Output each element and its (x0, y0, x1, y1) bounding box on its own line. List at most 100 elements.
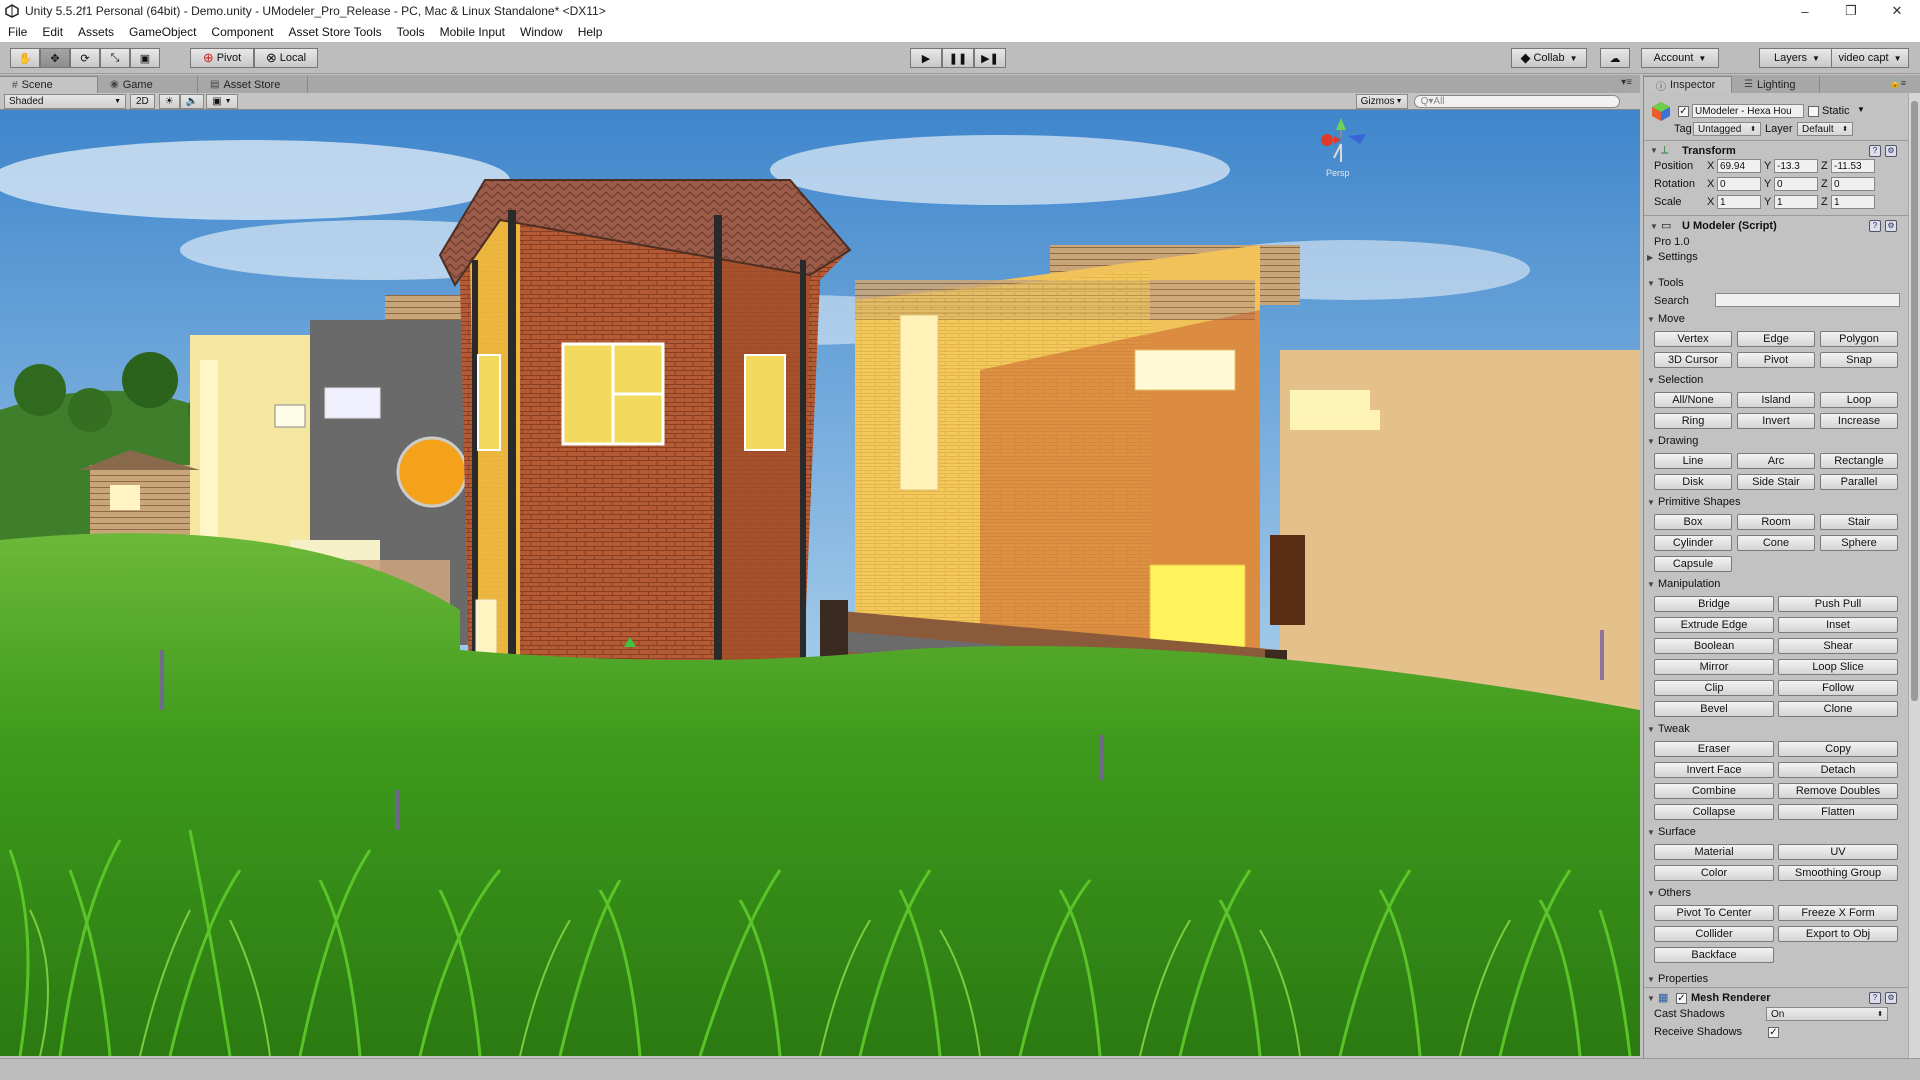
panel-menu-icon[interactable]: ▾≡ (1621, 77, 1632, 88)
box-button[interactable]: Box (1654, 514, 1732, 530)
move-foldout[interactable]: ▼ Move (1647, 313, 1685, 325)
loop-button[interactable]: Loop (1820, 392, 1898, 408)
lock-icon[interactable]: 🔒≡ (1890, 78, 1906, 89)
combine-button[interactable]: Combine (1654, 783, 1774, 799)
help-icon[interactable]: ? (1869, 992, 1881, 1004)
detach-button[interactable]: Detach (1778, 762, 1898, 778)
cast-shadows-dropdown[interactable]: On ⬍ (1766, 1007, 1888, 1021)
menu-window[interactable]: Window (520, 25, 563, 39)
menu-gameobject[interactable]: GameObject (129, 25, 196, 39)
account-dropdown[interactable]: Account ▼ (1641, 48, 1719, 68)
effects-dropdown[interactable]: ▣ ▼ (206, 93, 238, 109)
menu-edit[interactable]: Edit (42, 25, 63, 39)
push-pull-button[interactable]: Push Pull (1778, 596, 1898, 612)
help-icon[interactable]: ? (1869, 220, 1881, 232)
pivot-toggle[interactable]: ⊕ Pivot (190, 48, 254, 68)
menu-asset-store-tools[interactable]: Asset Store Tools (288, 25, 381, 39)
tool-search-input[interactable] (1715, 293, 1900, 307)
smoothing-group-button[interactable]: Smoothing Group (1778, 865, 1898, 881)
sphere-button[interactable]: Sphere (1820, 535, 1898, 551)
all-none-button[interactable]: All/None (1654, 392, 1732, 408)
extrude-edge-button[interactable]: Extrude Edge (1654, 617, 1774, 633)
settings-foldout[interactable]: ▶ Settings (1647, 251, 1698, 263)
static-checkbox[interactable] (1808, 106, 1819, 117)
clip-button[interactable]: Clip (1654, 680, 1774, 696)
cloud-button[interactable]: ☁ (1600, 48, 1630, 68)
parallel-button[interactable]: Parallel (1820, 474, 1898, 490)
pause-button[interactable]: ❚❚ (942, 48, 974, 68)
shear-button[interactable]: Shear (1778, 638, 1898, 654)
transform-foldout[interactable]: ▼ ⟂ (1650, 144, 1668, 157)
receive-shadows-checkbox[interactable]: ✓ (1768, 1027, 1779, 1038)
menu-file[interactable]: File (8, 25, 27, 39)
polygon-button[interactable]: Polygon (1820, 331, 1898, 347)
scale-tool-button[interactable]: ⤡ (100, 48, 130, 68)
clone-button[interactable]: Clone (1778, 701, 1898, 717)
mesh-renderer-foldout[interactable]: ▼ ▦ (1647, 991, 1668, 1004)
script-foldout[interactable]: ▼ ▭ (1650, 219, 1671, 232)
menu-component[interactable]: Component (211, 25, 273, 39)
stair-button[interactable]: Stair (1820, 514, 1898, 530)
uv-button[interactable]: UV (1778, 844, 1898, 860)
position-y-field[interactable]: -13.3 (1774, 159, 1818, 173)
lighting-toggle[interactable]: ☀ (158, 93, 180, 109)
tab-game[interactable]: ◉ Game (98, 76, 198, 93)
increase-button[interactable]: Increase (1820, 413, 1898, 429)
cylinder-button[interactable]: Cylinder (1654, 535, 1732, 551)
tab-asset-store[interactable]: ▤ Asset Store (198, 76, 308, 93)
rotation-y-field[interactable]: 0 (1774, 177, 1818, 191)
local-toggle[interactable]: ⊗ Local (254, 48, 318, 68)
freeze-x-form-button[interactable]: Freeze X Form (1778, 905, 1898, 921)
inset-button[interactable]: Inset (1778, 617, 1898, 633)
position-x-field[interactable]: 69.94 (1717, 159, 1761, 173)
loop-slice-button[interactable]: Loop Slice (1778, 659, 1898, 675)
tweak-foldout[interactable]: ▼ Tweak (1647, 723, 1690, 735)
flatten-button[interactable]: Flatten (1778, 804, 1898, 820)
room-button[interactable]: Room (1737, 514, 1815, 530)
layer-dropdown[interactable]: Default ⬍ (1797, 122, 1853, 136)
shading-mode-dropdown[interactable]: Shaded ▼ (4, 93, 126, 109)
invert-button[interactable]: Invert (1737, 413, 1815, 429)
move-tool-button[interactable]: ✥ (40, 48, 70, 68)
menu-mobile-input[interactable]: Mobile Input (440, 25, 505, 39)
line-button[interactable]: Line (1654, 453, 1732, 469)
step-button[interactable]: ▶❚ (974, 48, 1006, 68)
3d-cursor-button[interactable]: 3D Cursor (1654, 352, 1732, 368)
arc-button[interactable]: Arc (1737, 453, 1815, 469)
tab-scene[interactable]: # Scene (0, 76, 98, 93)
static-dropdown[interactable]: ▼ (1857, 105, 1865, 114)
follow-button[interactable]: Follow (1778, 680, 1898, 696)
surface-foldout[interactable]: ▼ Surface (1647, 826, 1696, 838)
scale-z-field[interactable]: 1 (1831, 195, 1875, 209)
menu-tools[interactable]: Tools (397, 25, 425, 39)
scene-viewport[interactable]: Persp (0, 110, 1640, 1056)
rotation-x-field[interactable]: 0 (1717, 177, 1761, 191)
rectangle-button[interactable]: Rectangle (1820, 453, 1898, 469)
layout-dropdown[interactable]: video capt ▼ (1831, 48, 1909, 68)
capsule-button[interactable]: Capsule (1654, 556, 1732, 572)
help-icon[interactable]: ? (1869, 145, 1881, 157)
close-button[interactable]: ✕ (1874, 0, 1920, 22)
minimize-button[interactable]: – (1782, 0, 1828, 22)
hand-tool-button[interactable]: ✋ (10, 48, 40, 68)
collider-button[interactable]: Collider (1654, 926, 1774, 942)
color-button[interactable]: Color (1654, 865, 1774, 881)
collab-dropdown[interactable]: ◆ Collab ▼ (1511, 48, 1587, 68)
rotation-z-field[interactable]: 0 (1831, 177, 1875, 191)
edge-button[interactable]: Edge (1737, 331, 1815, 347)
vertex-button[interactable]: Vertex (1654, 331, 1732, 347)
selection-foldout[interactable]: ▼ Selection (1647, 374, 1703, 386)
scrollbar-thumb[interactable] (1911, 101, 1918, 701)
snap-button[interactable]: Snap (1820, 352, 1898, 368)
collapse-button[interactable]: Collapse (1654, 804, 1774, 820)
eraser-button[interactable]: Eraser (1654, 741, 1774, 757)
maximize-button[interactable]: ❐ (1828, 0, 1874, 22)
bridge-button[interactable]: Bridge (1654, 596, 1774, 612)
play-button[interactable]: ▶ (910, 48, 942, 68)
invert-face-button[interactable]: Invert Face (1654, 762, 1774, 778)
ring-button[interactable]: Ring (1654, 413, 1732, 429)
menu-assets[interactable]: Assets (78, 25, 114, 39)
properties-foldout[interactable]: ▼ Properties (1647, 973, 1708, 985)
copy-button[interactable]: Copy (1778, 741, 1898, 757)
tools-foldout[interactable]: ▼ Tools (1647, 277, 1684, 289)
